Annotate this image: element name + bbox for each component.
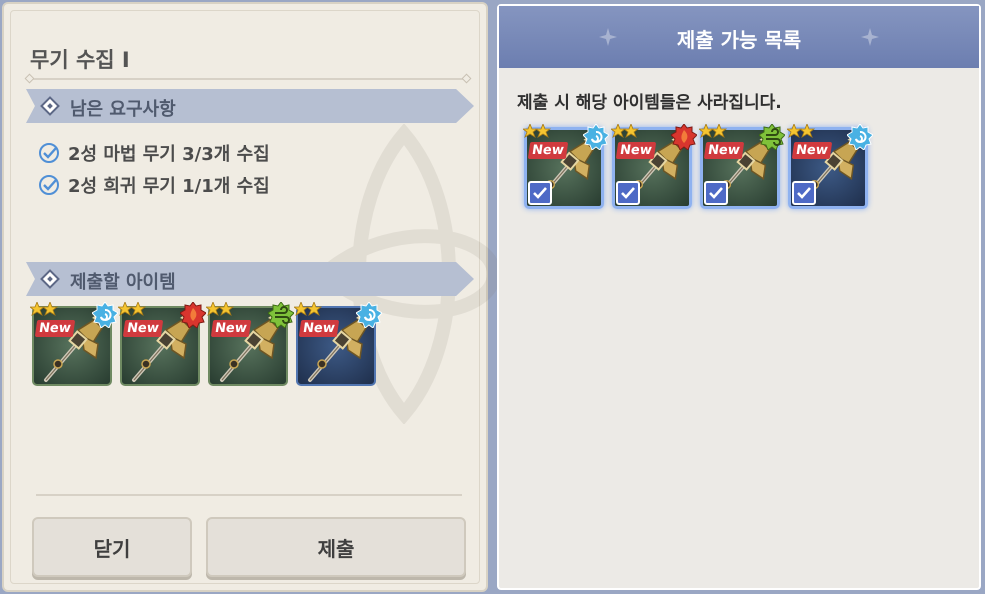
submit-button[interactable]: 제출 (206, 517, 466, 577)
wind-element-icon (759, 124, 785, 150)
requirements-header: 남은 요구사항 (26, 89, 474, 123)
new-badge: New (791, 142, 832, 159)
check-icon (621, 187, 635, 199)
checkmark-circle-icon (39, 175, 59, 195)
fire-element-icon (180, 302, 206, 328)
available-list-title: 제출 가능 목록 (676, 28, 802, 52)
two-star-icon (787, 124, 815, 140)
weapon-item-slot[interactable]: New (120, 306, 200, 386)
title-divider (24, 73, 472, 84)
two-star-icon (206, 302, 234, 318)
requirement-text: 2성 마법 무기 3/3개 수집 (68, 144, 270, 165)
close-button[interactable]: 닫기 (32, 517, 192, 577)
items-header: 제출할 아이템 (26, 262, 474, 296)
water-element-icon (847, 124, 873, 150)
new-badge: New (527, 142, 568, 159)
wind-element-icon (268, 302, 294, 328)
fire-element-icon (671, 124, 697, 150)
selectable-weapon-item[interactable]: New (524, 127, 604, 209)
selected-checkbox[interactable] (792, 181, 816, 205)
new-badge: New (122, 320, 163, 337)
new-badge: New (34, 320, 75, 337)
two-star-icon (611, 124, 639, 140)
available-item-grid: New New New New (524, 127, 868, 209)
items-header-label: 제출할 아이템 (70, 272, 176, 293)
new-badge: New (703, 142, 744, 159)
selected-checkbox[interactable] (528, 181, 552, 205)
button-divider (36, 494, 462, 496)
requirement-item: 2성 마법 무기 3/3개 수집 (38, 140, 270, 166)
two-star-icon (294, 302, 322, 318)
requirement-text: 2성 희귀 무기 1/1개 수집 (68, 176, 270, 197)
check-icon (533, 187, 547, 199)
two-star-icon (523, 124, 551, 140)
weapon-item-slot[interactable]: New (208, 306, 288, 386)
checkmark-circle-icon (39, 143, 59, 163)
two-star-icon (30, 302, 58, 318)
diamond-icon (40, 269, 60, 289)
water-element-icon (583, 124, 609, 150)
selectable-weapon-item[interactable]: New (700, 127, 780, 209)
new-badge: New (615, 142, 656, 159)
submit-item-slots: New New New New (32, 306, 376, 386)
mission-title: 무기 수집 I (30, 48, 130, 72)
requirement-item: 2성 희귀 무기 1/1개 수집 (38, 172, 270, 198)
selectable-weapon-item[interactable]: New (612, 127, 692, 209)
selected-checkbox[interactable] (616, 181, 640, 205)
water-element-icon (92, 302, 118, 328)
submit-warning-text: 제출 시 해당 아이템들은 사라집니다. (517, 93, 782, 113)
water-element-icon (356, 302, 382, 328)
new-badge: New (298, 320, 339, 337)
available-list-header: 제출 가능 목록 (499, 6, 979, 68)
check-icon (709, 187, 723, 199)
mission-panel: 무기 수집 I 남은 요구사항 2성 마법 무기 3/3개 수집 2성 희귀 무… (2, 2, 502, 592)
weapon-item-slot[interactable]: New (32, 306, 112, 386)
check-icon (797, 187, 811, 199)
sparkle-ornament-icon (861, 28, 879, 46)
diamond-icon (40, 96, 60, 116)
two-star-icon (118, 302, 146, 318)
two-star-icon (699, 124, 727, 140)
new-badge: New (210, 320, 251, 337)
selected-checkbox[interactable] (704, 181, 728, 205)
weapon-item-slot[interactable]: New (296, 306, 376, 386)
available-list-panel: 제출 가능 목록 제출 시 해당 아이템들은 사라집니다. New New Ne… (497, 4, 981, 590)
requirements-header-label: 남은 요구사항 (70, 99, 176, 120)
selectable-weapon-item[interactable]: New (788, 127, 868, 209)
